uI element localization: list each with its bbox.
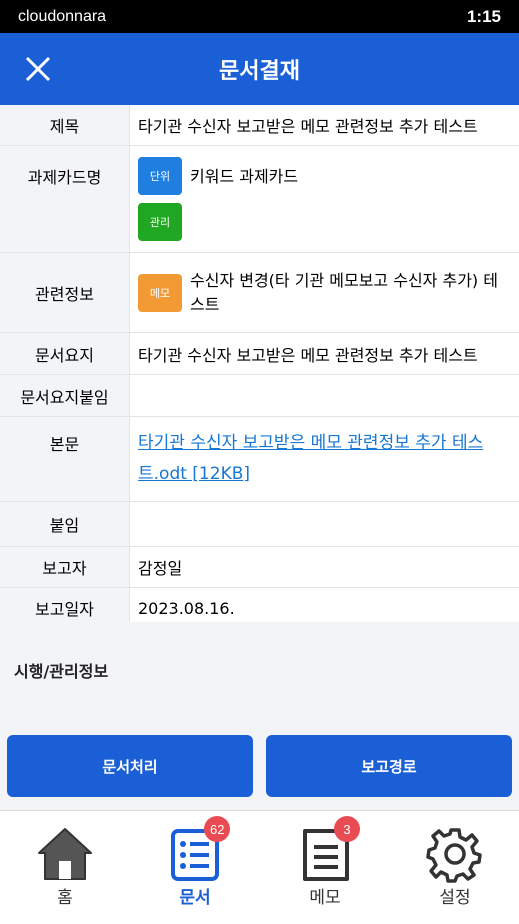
- subject-value: 타기관 수신자 보고받은 메모 관련정보 추가 테스트: [138, 117, 478, 136]
- home-icon: [38, 828, 92, 880]
- nav-home[interactable]: 홈: [0, 811, 130, 924]
- close-button[interactable]: [22, 53, 54, 85]
- nav-documents-label: 문서: [179, 888, 211, 908]
- summary-label: 문서요지: [0, 333, 130, 374]
- summary-value: 타기관 수신자 보고받은 메모 관련정보 추가 테스트: [138, 345, 478, 365]
- reporter-value: 감정일: [138, 559, 183, 578]
- attachment-label: 붙임: [0, 502, 130, 546]
- manage-tag: 관리: [138, 203, 182, 241]
- task-card-item[interactable]: 단위 키워드 과제카드: [138, 157, 298, 195]
- summary-attach-value: [130, 375, 519, 416]
- nav-memo-label: 메모: [309, 888, 341, 908]
- body-file-link[interactable]: 타기관 수신자 보고받은 메모 관련정보 추가 테스 트.odt [12KB]: [130, 417, 519, 501]
- subject-label: 제목: [0, 105, 130, 145]
- close-icon: [25, 56, 51, 82]
- reporter-label: 보고자: [0, 547, 130, 587]
- task-card-value: 단위 키워드 과제카드 관리: [130, 146, 519, 252]
- bottom-nav: 홈 62 문서 3 메모 설정: [0, 810, 519, 924]
- task-card-row: 과제카드명 단위 키워드 과제카드 관리: [0, 146, 519, 253]
- task-card-label: 과제카드명: [0, 146, 130, 252]
- related-text-line: 수신자 변경(타 기관 메모보고 수신자 추가) 테: [190, 270, 498, 290]
- related-label: 관련정보: [0, 253, 130, 332]
- action-bar: 문서처리 보고경로: [0, 722, 519, 810]
- nav-settings-label: 설정: [439, 888, 471, 908]
- related-text: 수신자 변경(타 기관 메모보고 수신자 추가) 테 스트: [190, 269, 498, 317]
- process-document-button[interactable]: 문서처리: [7, 735, 253, 797]
- app-header: 문서결재: [0, 33, 519, 105]
- body-row: 본문 타기관 수신자 보고받은 메모 관련정보 추가 테스 트.odt [12K…: [0, 417, 519, 502]
- nav-documents[interactable]: 62 문서: [130, 811, 260, 924]
- summary-row: 문서요지 타기관 수신자 보고받은 메모 관련정보 추가 테스트: [0, 333, 519, 375]
- documents-badge: 62: [204, 816, 231, 842]
- nav-settings[interactable]: 설정: [390, 811, 519, 924]
- summary-attach-row: 문서요지붙임: [0, 375, 519, 417]
- task-card-name: 키워드 과제카드: [190, 167, 299, 186]
- report-route-button[interactable]: 보고경로: [266, 735, 512, 797]
- reporter-row: 보고자 감정일: [0, 547, 519, 588]
- carrier-name: cloudonnara: [18, 7, 107, 25]
- memo-badge: 3: [334, 816, 360, 842]
- nav-memo[interactable]: 3 메모: [260, 811, 390, 924]
- section-title-text: 시행/관리정보: [14, 662, 109, 681]
- subject-row: 제목 타기관 수신자 보고받은 메모 관련정보 추가 테스트: [0, 105, 519, 146]
- related-text-line: 스트: [190, 294, 220, 314]
- nav-home-label: 홈: [57, 888, 73, 908]
- body-label: 본문: [0, 417, 130, 501]
- page-title: 문서결재: [219, 59, 300, 84]
- attachment-value: [130, 502, 519, 546]
- task-card-item[interactable]: 관리: [138, 203, 182, 241]
- document-info: 제목 타기관 수신자 보고받은 메모 관련정보 추가 테스트 과제카드명 단위 …: [0, 105, 519, 628]
- memo-tag: 메모: [138, 273, 182, 312]
- related-value[interactable]: 메모 수신자 변경(타 기관 메모보고 수신자 추가) 테 스트: [130, 253, 519, 332]
- unit-tag: 단위: [138, 157, 182, 195]
- body-file-link-line[interactable]: 타기관 수신자 보고받은 메모 관련정보 추가 테스: [138, 428, 483, 459]
- related-row: 관련정보 메모 수신자 변경(타 기관 메모보고 수신자 추가) 테 스트: [0, 253, 519, 333]
- gear-icon: [426, 828, 482, 883]
- attachment-row: 붙임: [0, 502, 519, 547]
- section-title: 시행/관리정보: [0, 622, 519, 722]
- status-bar: cloudonnara 1:15: [0, 0, 519, 33]
- clock: 1:15: [466, 6, 501, 26]
- summary-attach-label: 문서요지붙임: [0, 375, 130, 416]
- body-file-link-line[interactable]: 트.odt [12KB]: [138, 459, 250, 490]
